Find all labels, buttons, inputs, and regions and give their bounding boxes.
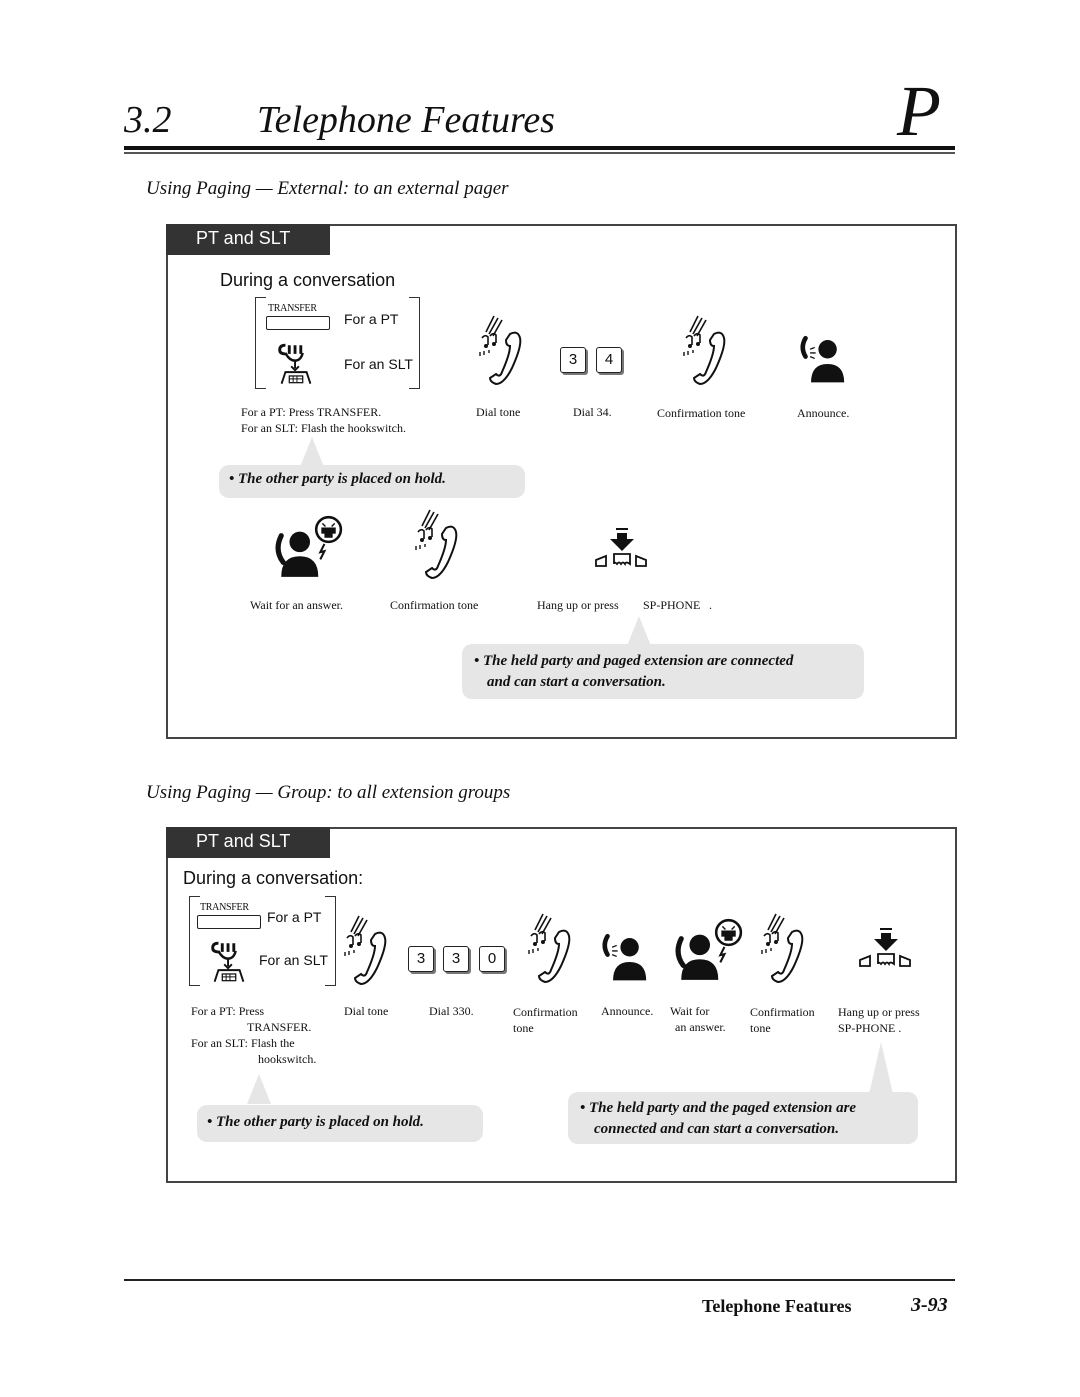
transfer-button-icon [266,316,330,330]
key-0: 0 [479,946,505,972]
announce-icon [800,332,846,384]
note-hold-2: • The other party is placed on hold. [197,1105,483,1142]
caption-hangup-l2: SP-PHONE . [838,1021,902,1035]
tab-letter: P [897,71,941,151]
note-connected: • The held party and paged extension are… [462,644,864,699]
transfer-label: TRANSFER [268,303,317,314]
caption-period: . [709,598,712,612]
caption-dial-tone-2: Dial tone [344,1004,389,1018]
transfer-label-2: TRANSFER [200,902,249,913]
callout-pointer-3 [247,1074,271,1104]
key-3: 3 [560,347,586,373]
note-connected-2-line1: The held party and the paged extension a… [589,1100,857,1116]
bracket-left [255,297,266,389]
caption-wait-l1: Wait for [670,1004,710,1018]
caption-wait-l2: an answer. [675,1020,726,1034]
callout-pointer-4 [869,1042,893,1094]
key-3a: 3 [408,946,434,972]
group-tab-label: PT and SLT [166,827,330,858]
caption-announce-2: Announce. [601,1004,654,1018]
header-rule-thin [124,152,955,154]
caption-confirmation2-l2: tone [750,1021,771,1035]
transfer-button-icon-2 [197,915,261,929]
note-hold-2-text: The other party is placed on hold. [216,1114,424,1130]
for-slt-label-2: For an SLT [259,952,328,968]
caption-confirmation-l2: tone [513,1021,534,1035]
confirmation-tone-icon-2 [412,506,462,581]
note-hold-text: The other party is placed on hold. [238,471,446,487]
caption-transfer-l4: hookswitch. [258,1052,317,1066]
note-connected-line1: The held party and paged extension are c… [483,653,794,669]
caption-sp-phone: SP-PHONE [643,598,701,612]
caption-hangup-l1: Hang up or press [838,1005,920,1019]
section-title: Telephone Features [257,99,555,141]
caption-hangup: Hang up or press [537,598,619,612]
section-number: 3.2 [124,99,172,141]
bracket-left-2 [189,896,200,986]
external-tab-label: PT and SLT [166,224,330,255]
external-section-title: Using Paging — External: to an external … [146,178,509,199]
footer-rule [124,1279,955,1281]
caption-wait: Wait for an answer. [250,598,343,612]
wait-answer-icon [273,515,345,577]
hang-up-icon-2 [856,926,916,976]
header-rule [124,146,955,150]
caption-dial-tone: Dial tone [476,405,521,419]
caption-transfer-2: For an SLT: Flash the hookswitch. [241,421,406,435]
external-heading: During a conversation [220,270,396,290]
caption-transfer-l2: TRANSFER. [247,1020,312,1034]
caption-confirmation-l1: Confirmation [513,1005,578,1019]
caption-confirmation: Confirmation tone [657,406,746,420]
callout-pointer-2 [627,616,651,646]
hang-up-icon [592,526,652,576]
caption-transfer-1: For a PT: Press TRANSFER. [241,405,382,419]
callout-pointer [300,437,324,467]
for-pt-label-2: For a PT [267,909,322,925]
bracket-right [409,297,420,389]
note-connected-2-line2: connected and can start a conversation. [594,1121,840,1137]
hookswitch-icon [272,340,320,386]
caption-confirmation2-l1: Confirmation [750,1005,815,1019]
footer-title: Telephone Features [702,1296,852,1316]
hookswitch-icon-2 [205,938,253,984]
caption-dial-2: Dial 330. [429,1004,474,1018]
wait-answer-icon-2 [673,918,745,980]
group-section-title: Using Paging — Group: to all extension g… [146,782,511,803]
confirmation-tone-icon-3 [525,910,575,985]
confirmation-tone-icon [680,312,730,387]
dial-tone-icon-2 [341,912,391,987]
caption-confirmation-2: Confirmation tone [390,598,479,612]
bracket-right-2 [325,896,336,986]
note-connected-line2: and can start a conversation. [487,674,666,690]
group-heading: During a conversation: [183,868,364,888]
note-hold: • The other party is placed on hold. [219,465,525,498]
dial-tone-icon [476,312,526,387]
caption-dial: Dial 34. [573,405,612,419]
key-4: 4 [596,347,622,373]
confirmation-tone-icon-4 [758,910,808,985]
caption-transfer-l1: For a PT: Press [191,1004,265,1018]
key-3b: 3 [443,946,469,972]
announce-icon-2 [602,930,648,982]
page-number: 3-93 [911,1294,948,1316]
for-slt-label: For an SLT [344,356,413,372]
caption-announce: Announce. [797,406,850,420]
note-connected-2: • The held party and the paged extension… [568,1092,918,1144]
caption-transfer-l3: For an SLT: Flash the [191,1036,295,1050]
for-pt-label: For a PT [344,311,399,327]
